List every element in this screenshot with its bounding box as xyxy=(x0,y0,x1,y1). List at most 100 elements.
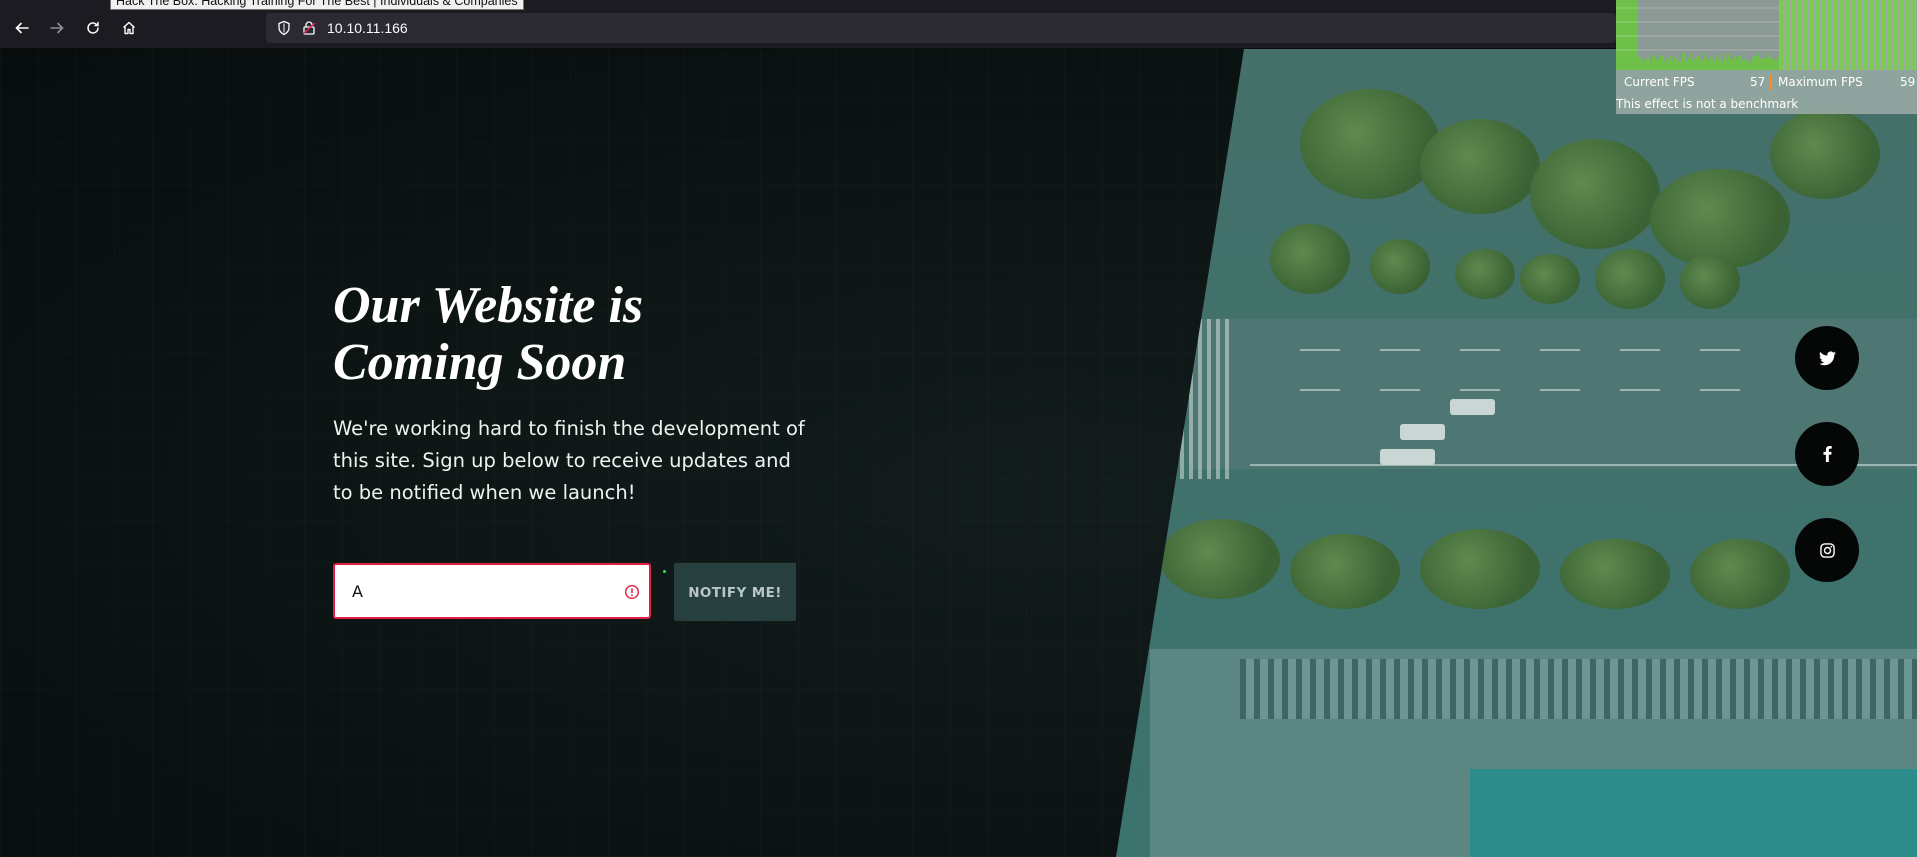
facebook-icon xyxy=(1823,446,1832,462)
fps-bar xyxy=(1668,60,1670,70)
car xyxy=(1380,449,1435,465)
fps-max-bar xyxy=(1821,0,1823,70)
twitter-link[interactable] xyxy=(1795,326,1859,390)
lane-marking xyxy=(1540,349,1580,351)
tree xyxy=(1455,249,1515,299)
lock-icon[interactable] xyxy=(301,20,317,36)
home-button[interactable] xyxy=(117,16,141,40)
fps-max-bar xyxy=(1800,0,1802,70)
fps-max-bar xyxy=(1818,0,1820,70)
tree xyxy=(1370,239,1430,294)
tree xyxy=(1770,109,1880,199)
current-fps-label: Current FPS xyxy=(1624,75,1695,89)
fps-max-bar xyxy=(1872,0,1874,70)
page-title: Our Website is Coming Soon xyxy=(333,277,813,391)
fps-max-bar xyxy=(1839,0,1841,70)
fps-max-bar xyxy=(1875,0,1877,70)
tree xyxy=(1270,224,1350,294)
fps-max-bar xyxy=(1785,0,1787,70)
fps-max-bar xyxy=(1809,0,1811,70)
fps-bar xyxy=(1694,58,1696,70)
lane-marking xyxy=(1540,389,1580,391)
fps-graph-bars xyxy=(1616,0,1779,70)
fps-bar xyxy=(1714,61,1716,70)
fps-bar xyxy=(1772,58,1774,70)
tree xyxy=(1530,139,1660,249)
fps-max-bar xyxy=(1860,0,1862,70)
notify-me-button[interactable]: NOTIFY ME! xyxy=(674,563,796,621)
shield-icon[interactable] xyxy=(276,20,292,36)
fps-bar xyxy=(1656,58,1658,70)
fps-max-bar xyxy=(1878,0,1880,70)
tree xyxy=(1595,249,1665,309)
fps-max-bar xyxy=(1806,0,1808,70)
fps-bar xyxy=(1676,58,1678,70)
reload-button[interactable] xyxy=(81,16,105,40)
fps-bar xyxy=(1764,58,1766,70)
fps-max-bar xyxy=(1782,0,1784,70)
fps-bar xyxy=(1770,58,1772,70)
email-field[interactable]: A xyxy=(333,563,651,619)
lane-marking xyxy=(1620,349,1660,351)
fps-bar xyxy=(1652,54,1654,70)
back-button[interactable] xyxy=(10,16,34,40)
lane-marking xyxy=(1460,349,1500,351)
fps-bar xyxy=(1736,58,1738,70)
fps-bar xyxy=(1690,53,1692,70)
fps-max-bar xyxy=(1842,0,1844,70)
error-icon xyxy=(624,584,640,600)
building-windows xyxy=(1240,659,1917,719)
fps-bar xyxy=(1640,57,1642,70)
fps-bar xyxy=(1638,58,1640,70)
fps-bar xyxy=(1672,61,1674,70)
fps-bar xyxy=(1748,62,1750,70)
fps-max-bar xyxy=(1845,0,1847,70)
fps-bar xyxy=(1760,59,1762,70)
fps-bar xyxy=(1650,62,1652,70)
fps-bar xyxy=(1722,62,1724,70)
fps-max-bar xyxy=(1884,0,1886,70)
fps-max-bar xyxy=(1836,0,1838,70)
fps-bar xyxy=(1732,60,1734,70)
coming-soon-page: Our Website is Coming Soon We're working… xyxy=(0,49,1917,857)
reload-icon xyxy=(87,21,99,34)
tree xyxy=(1420,529,1540,609)
tree xyxy=(1300,89,1440,199)
lane-marking xyxy=(1380,389,1420,391)
fps-max-bar xyxy=(1824,0,1826,70)
url-bar[interactable]: 10.10.11.166 xyxy=(266,13,1616,43)
fps-bar xyxy=(1756,56,1758,70)
fps-bar xyxy=(1658,60,1660,70)
fps-max-bar xyxy=(1911,0,1913,70)
hero-content: Our Website is Coming Soon We're working… xyxy=(333,277,813,509)
url-text[interactable]: 10.10.11.166 xyxy=(327,20,408,36)
title-line-1: Our Website is xyxy=(333,277,644,334)
facebook-link[interactable] xyxy=(1795,422,1859,486)
fps-bar xyxy=(1758,53,1760,70)
fps-max-bar xyxy=(1794,0,1796,70)
car xyxy=(1400,424,1445,440)
fps-bar xyxy=(1708,60,1710,70)
rooftop-pool xyxy=(1470,769,1917,857)
fps-bar xyxy=(1702,61,1704,70)
fps-max-bar xyxy=(1869,0,1871,70)
fps-max-bar xyxy=(1857,0,1859,70)
signup-form: A NOTIFY ME! xyxy=(333,563,803,621)
fps-bar xyxy=(1726,60,1728,70)
hero-description: We're working hard to finish the develop… xyxy=(333,417,805,504)
fps-indicator xyxy=(1769,75,1772,90)
fps-bar xyxy=(1762,58,1764,70)
fps-bar xyxy=(1774,60,1776,70)
maximum-fps-value: 59 xyxy=(1900,75,1916,89)
fps-bar xyxy=(1670,56,1672,70)
instagram-link[interactable] xyxy=(1795,518,1859,582)
tree xyxy=(1420,119,1540,214)
fps-max-bar xyxy=(1893,0,1895,70)
lane-marking xyxy=(1700,389,1740,391)
forward-button[interactable] xyxy=(45,16,69,40)
fps-max-bar xyxy=(1848,0,1850,70)
fps-bar xyxy=(1704,53,1706,70)
fps-counter-overlay: Current FPS 57 Maximum FPS 59 This effec… xyxy=(1616,0,1917,114)
fps-bar xyxy=(1718,59,1720,70)
fps-bar xyxy=(1654,57,1656,70)
